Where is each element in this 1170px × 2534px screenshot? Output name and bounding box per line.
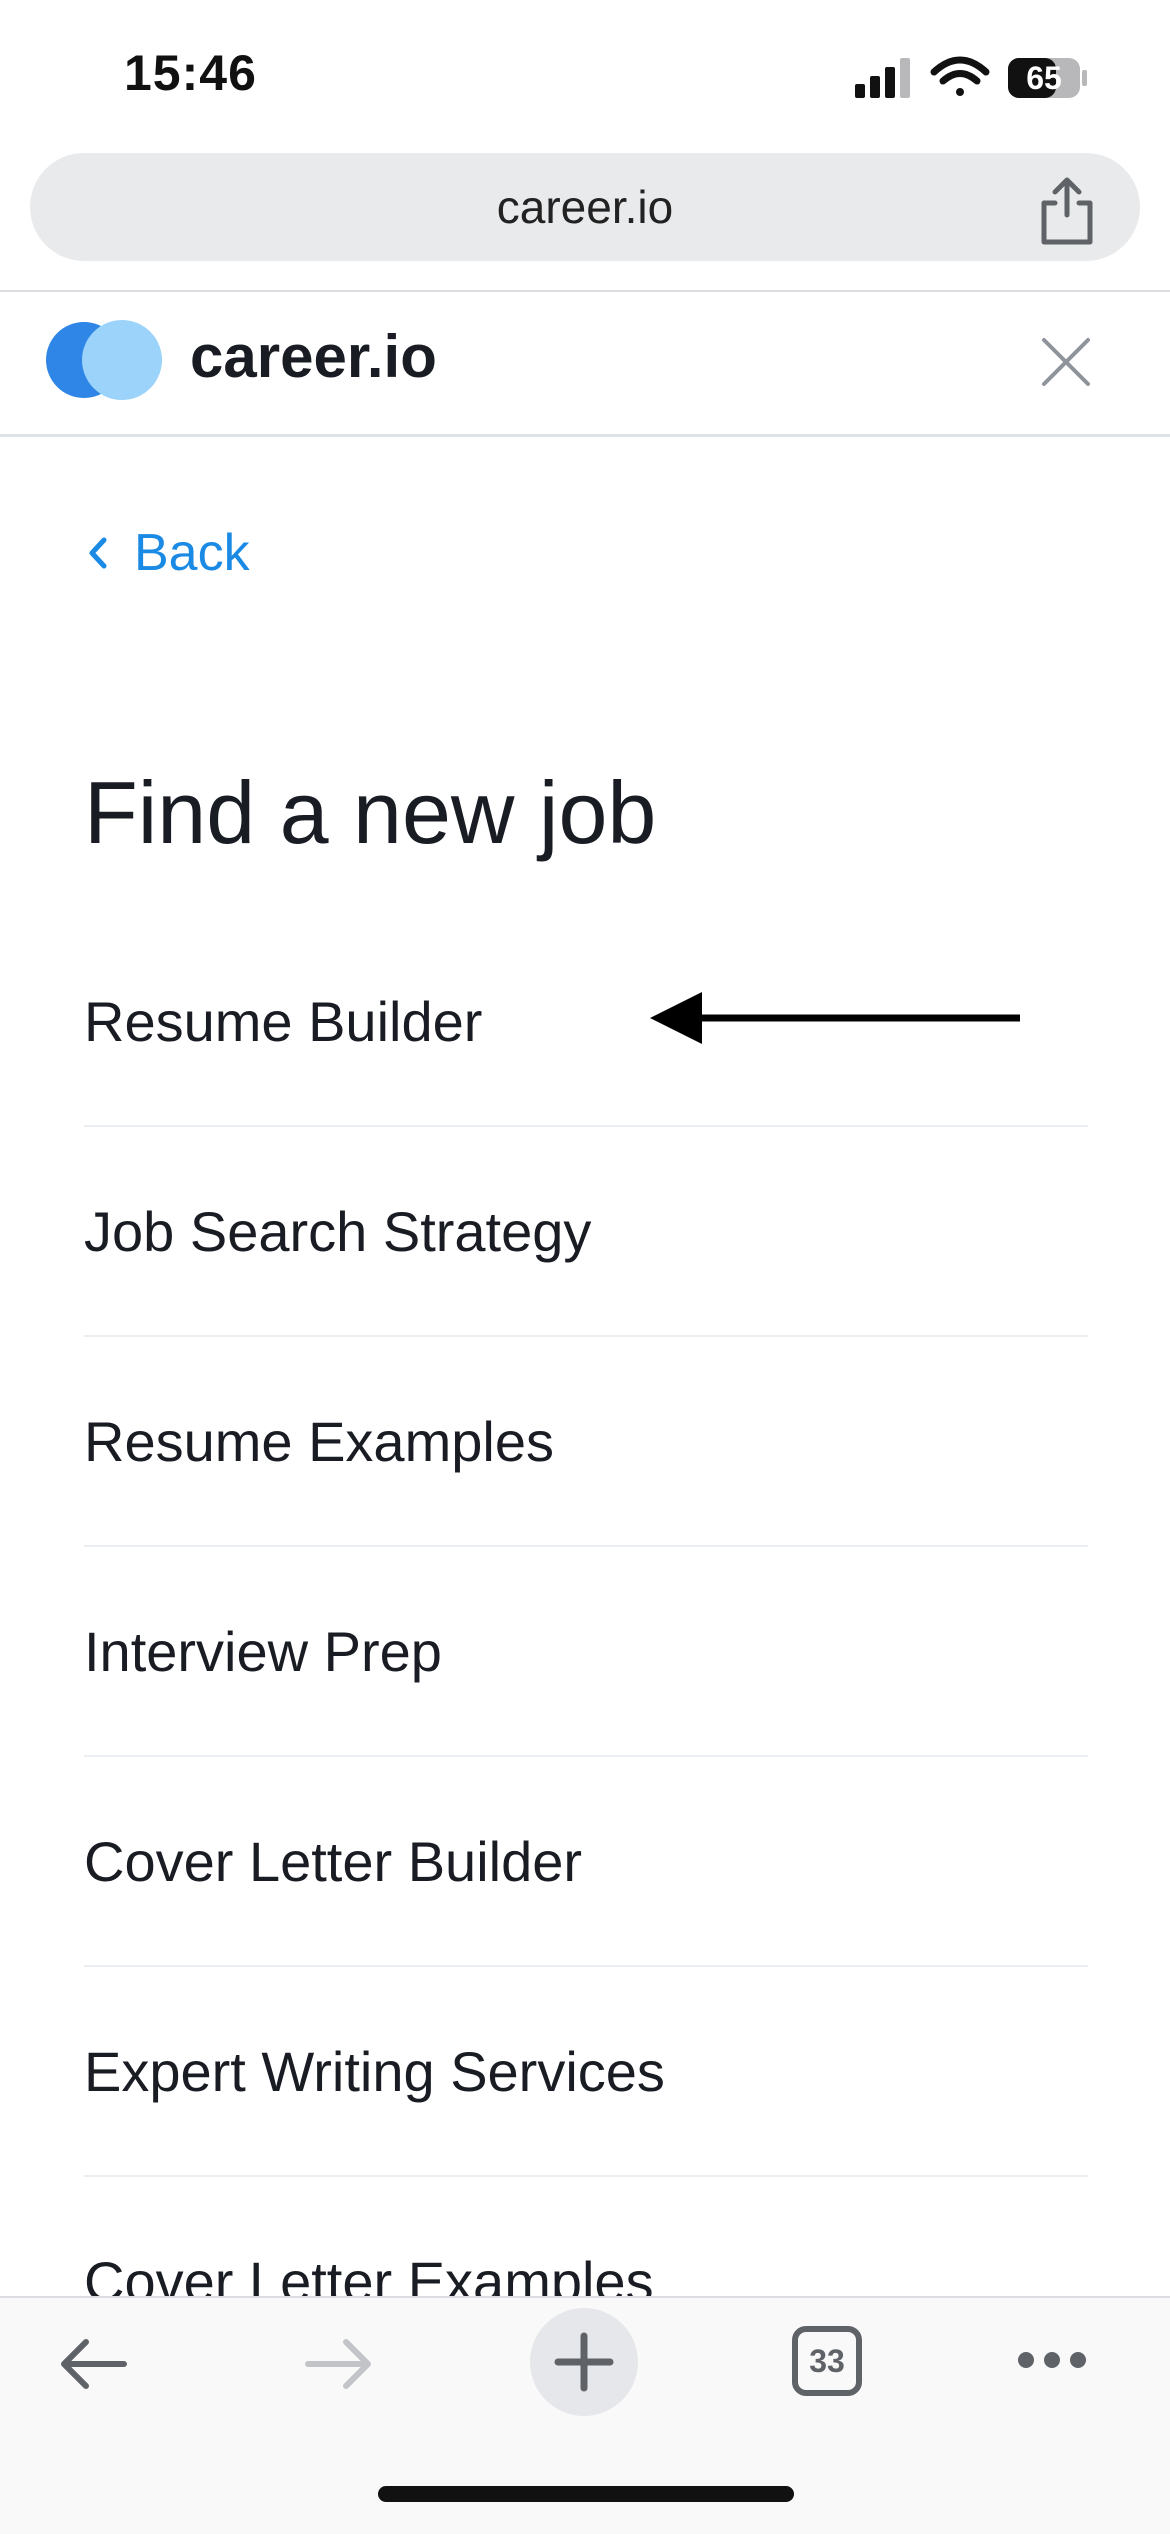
- brand-logo-icon[interactable]: [44, 320, 166, 400]
- page-title: Find a new job: [84, 763, 657, 862]
- status-time: 15:46: [124, 45, 257, 101]
- back-arrow-icon[interactable]: [58, 2334, 130, 2399]
- status-icons: 65: [850, 50, 1090, 110]
- chevron-left-icon: [89, 537, 107, 569]
- annotation-arrow-icon: [650, 990, 1022, 1046]
- address-bar[interactable]: career.io: [30, 153, 1140, 261]
- menu-item-interview-prep[interactable]: Interview Prep: [84, 1547, 1088, 1757]
- battery-level: 65: [1026, 60, 1062, 96]
- forward-arrow-icon[interactable]: [302, 2334, 374, 2399]
- new-tab-button[interactable]: [530, 2308, 638, 2416]
- header-divider: [0, 434, 1170, 437]
- menu-item-label[interactable]: Expert Writing Services: [84, 1967, 665, 2177]
- battery-icon: 65: [1008, 58, 1087, 98]
- tab-count[interactable]: 33: [809, 2343, 845, 2380]
- url-text[interactable]: career.io: [30, 153, 1140, 261]
- menu-item-cover-letter-builder[interactable]: Cover Letter Builder: [84, 1757, 1088, 1967]
- tabs-icon[interactable]: 33: [792, 2326, 862, 2396]
- brand-name[interactable]: career.io: [190, 322, 437, 391]
- more-icon[interactable]: [1016, 2348, 1088, 2377]
- share-icon[interactable]: [1035, 175, 1099, 247]
- menu-item-label[interactable]: Resume Examples: [84, 1337, 554, 1547]
- menu-item-expert-writing-services[interactable]: Expert Writing Services: [84, 1967, 1088, 2177]
- wifi-icon: [930, 56, 990, 96]
- plus-icon: [554, 2332, 614, 2392]
- menu-item-label[interactable]: Resume Builder: [84, 917, 482, 1127]
- menu-item-label[interactable]: Job Search Strategy: [84, 1127, 591, 1337]
- menu-item-resume-examples[interactable]: Resume Examples: [84, 1337, 1088, 1547]
- back-link[interactable]: Back: [88, 518, 250, 588]
- signal-icon: [855, 58, 910, 98]
- menu-item-job-search-strategy[interactable]: Job Search Strategy: [84, 1127, 1088, 1337]
- home-indicator: [378, 2486, 794, 2502]
- menu-item-label[interactable]: Interview Prep: [84, 1547, 442, 1757]
- menu-item-label[interactable]: Cover Letter Builder: [84, 1757, 582, 1967]
- close-icon[interactable]: [1040, 336, 1092, 388]
- back-label[interactable]: Back: [134, 523, 250, 583]
- divider: [0, 290, 1170, 292]
